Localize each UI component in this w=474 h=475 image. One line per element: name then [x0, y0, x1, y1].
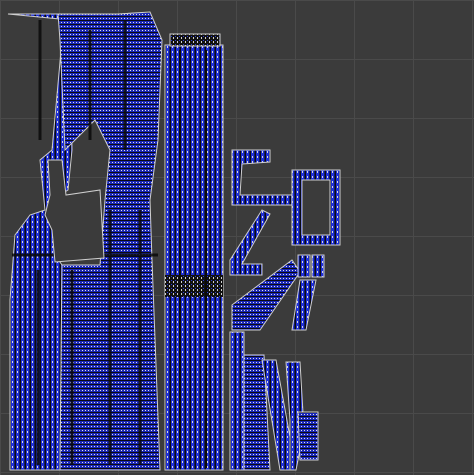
uv-island-loop-curve[interactable] [291, 279, 317, 331]
uv-island-lower-hook[interactable] [297, 411, 319, 461]
uv-editor-viewport[interactable] [0, 0, 474, 475]
uv-island-pocket-piece-mid[interactable] [229, 209, 271, 276]
uv-island-waist-tab[interactable] [169, 33, 221, 47]
uv-layout-canvas[interactable] [0, 0, 474, 475]
uv-island-waistband-strip[interactable] [164, 44, 224, 471]
uv-island-loop-b[interactable] [311, 254, 325, 278]
uv-island-cutout [44, 159, 105, 263]
uv-island-loop-a[interactable] [297, 254, 311, 278]
uv-island-waistband-band [165, 275, 223, 297]
uv-island-lower-bar-a[interactable] [229, 331, 245, 471]
uv-island-pocket-piece-ring[interactable] [291, 169, 341, 246]
uv-island-pocket-piece-top[interactable] [231, 149, 293, 206]
